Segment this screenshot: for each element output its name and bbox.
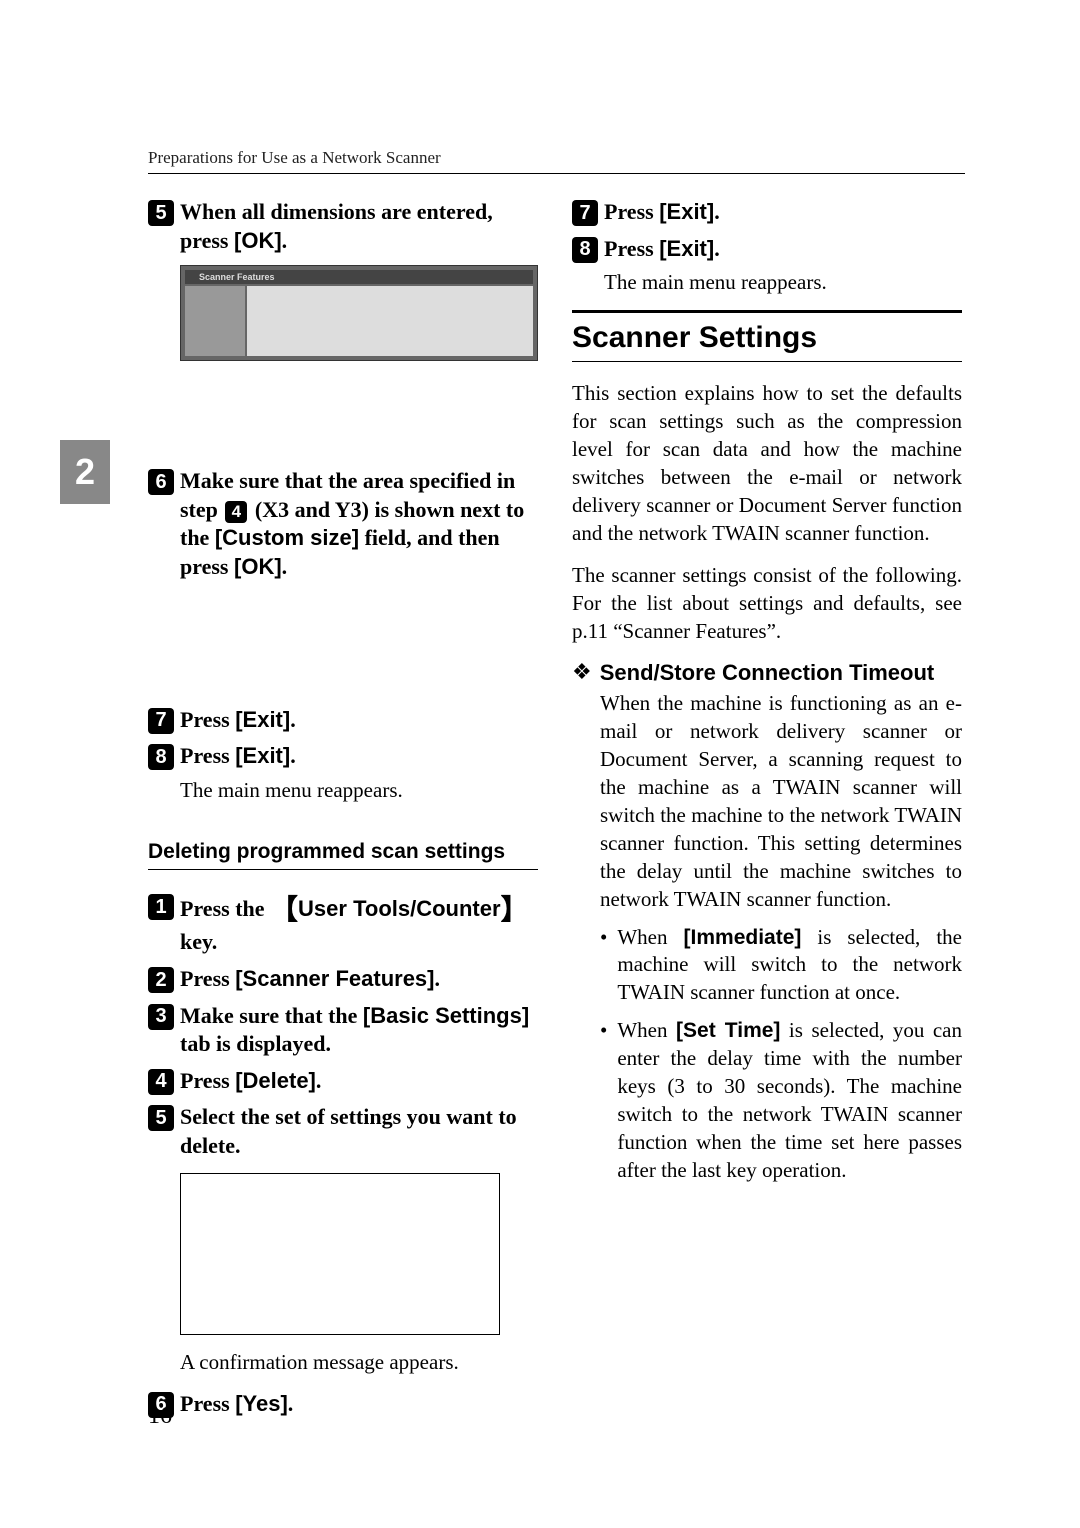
exit-button-label: [Exit]: [235, 743, 290, 768]
scanner-features-label: [Scanner Features]: [235, 966, 434, 991]
page-number: 16: [148, 1403, 172, 1430]
timeout-bullet-heading: ❖ Send/Store Connection Timeout: [572, 660, 962, 686]
step-number-icon: 7: [572, 200, 598, 226]
step-text-tail: .: [290, 743, 296, 768]
step-text-tail: .: [288, 1391, 294, 1416]
step-text: Press the: [180, 896, 270, 921]
yes-button-label: [Yes]: [235, 1391, 288, 1416]
step-text: Press: [180, 743, 235, 768]
chapter-number: 2: [75, 451, 95, 493]
li-text: When: [617, 1018, 676, 1042]
diamond-bullet-icon: ❖: [572, 660, 592, 684]
step-5: 5 When all dimensions are entered, press…: [148, 198, 538, 255]
step-body-text: The main menu reappears.: [604, 269, 962, 296]
step-6: 6 Make sure that the area specified in s…: [148, 467, 538, 581]
immediate-label: [Immediate]: [684, 926, 802, 949]
step-number-icon: 3: [148, 1004, 174, 1030]
delete-step-6: 6 Press [Yes].: [148, 1390, 538, 1419]
user-tools-counter-key-label: User Tools/Counter: [298, 896, 501, 921]
step-text: Make sure that the: [180, 1003, 363, 1028]
delete-step-5: 5 Select the set of settings you want to…: [148, 1103, 538, 1160]
li-text: When: [617, 925, 683, 949]
step-text: When all dimensions are entered, press: [180, 199, 493, 253]
step-number-icon: 6: [148, 469, 174, 495]
step-number-icon: 7: [148, 708, 174, 734]
delete-step-4: 4 Press [Delete].: [148, 1067, 538, 1096]
step-7: 7 Press [Exit].: [148, 706, 538, 735]
intro-paragraph-1: This section explains how to set the def…: [572, 380, 962, 548]
list-item: • When [Set Time] is selected, you can e…: [600, 1017, 962, 1185]
right-step-8: 8 Press [Exit].: [572, 235, 962, 264]
ok-button-label: [OK]: [234, 554, 282, 579]
chapter-side-tab: 2: [60, 440, 110, 504]
step-text-tail: key.: [180, 929, 217, 954]
step-text: Press: [604, 199, 659, 224]
exit-button-label: [Exit]: [659, 236, 714, 261]
step-text: Press: [604, 236, 659, 261]
step-text: Select the set of settings you want to d…: [180, 1103, 538, 1160]
intro-paragraph-2: The scanner settings consist of the foll…: [572, 562, 962, 646]
bullet-dot-icon: •: [600, 1017, 607, 1045]
step-number-icon: 8: [148, 744, 174, 770]
bullet-dot-icon: •: [600, 924, 607, 952]
left-column: 5 When all dimensions are entered, press…: [148, 198, 538, 1426]
right-column: 7 Press [Exit]. 8 Press [Exit]. The main…: [572, 198, 962, 1426]
step-text-tail: .: [290, 707, 296, 732]
set-time-label: [Set Time]: [676, 1019, 780, 1042]
list-item: • When [Immediate] is selected, the mach…: [600, 924, 962, 1008]
step-body-text: The main menu reappears.: [180, 777, 538, 804]
key-bracket-right-icon: 】: [501, 894, 529, 925]
scanner-features-screenshot: Scanner Features: [180, 265, 538, 361]
right-step-7: 7 Press [Exit].: [572, 198, 962, 227]
step-text-tail: .: [435, 966, 441, 991]
screenshot-titlebar: Scanner Features: [185, 270, 533, 284]
deleting-subheading: Deleting programmed scan settings: [148, 840, 538, 870]
step-text: Press: [180, 1068, 235, 1093]
step-text-tail: .: [714, 199, 720, 224]
step-text: Press: [180, 707, 235, 732]
step-body-text: A confirmation message appears.: [180, 1349, 538, 1376]
exit-button-label: [Exit]: [235, 707, 290, 732]
timeout-options-list: • When [Immediate] is selected, the mach…: [600, 924, 962, 1185]
delete-step-2: 2 Press [Scanner Features].: [148, 965, 538, 994]
step-text-tail: .: [282, 554, 288, 579]
step-text-tail: tab is displayed.: [180, 1031, 331, 1056]
basic-settings-label: [Basic Settings]: [363, 1003, 529, 1028]
li-text: is selected, you can enter the delay tim…: [617, 1018, 962, 1182]
scanner-settings-heading: Scanner Settings: [572, 321, 962, 355]
delete-step-1: 1 Press the 【User Tools/Counter】 key.: [148, 892, 538, 957]
section-heading-rule: Scanner Settings: [572, 310, 962, 362]
step-number-icon: 2: [148, 967, 174, 993]
key-bracket-left-icon: 【: [270, 894, 298, 925]
step-8: 8 Press [Exit].: [148, 742, 538, 771]
step-text: Press: [180, 1391, 235, 1416]
exit-button-label: [Exit]: [659, 199, 714, 224]
step-text: Press: [180, 966, 235, 991]
ok-button-label: [OK]: [234, 228, 282, 253]
running-header: Preparations for Use as a Network Scanne…: [148, 148, 965, 174]
step-text-tail: .: [714, 236, 720, 261]
custom-size-label: [Custom size]: [215, 525, 359, 550]
delete-step-3: 3 Make sure that the [Basic Settings] ta…: [148, 1002, 538, 1059]
step-number-icon: 5: [148, 200, 174, 226]
step-text-tail: .: [316, 1068, 322, 1093]
step-number-icon: 8: [572, 237, 598, 263]
delete-button-label: [Delete]: [235, 1068, 316, 1093]
step-text-tail: .: [282, 228, 288, 253]
step-number-icon: 4: [148, 1069, 174, 1095]
step-number-icon: 1: [148, 894, 174, 920]
timeout-title: Send/Store Connection Timeout: [600, 660, 935, 686]
empty-illustration-box: [180, 1173, 500, 1335]
step-number-icon: 5: [148, 1105, 174, 1131]
timeout-description: When the machine is functioning as an e-…: [600, 690, 962, 913]
inline-step-ref-icon: 4: [225, 501, 247, 523]
